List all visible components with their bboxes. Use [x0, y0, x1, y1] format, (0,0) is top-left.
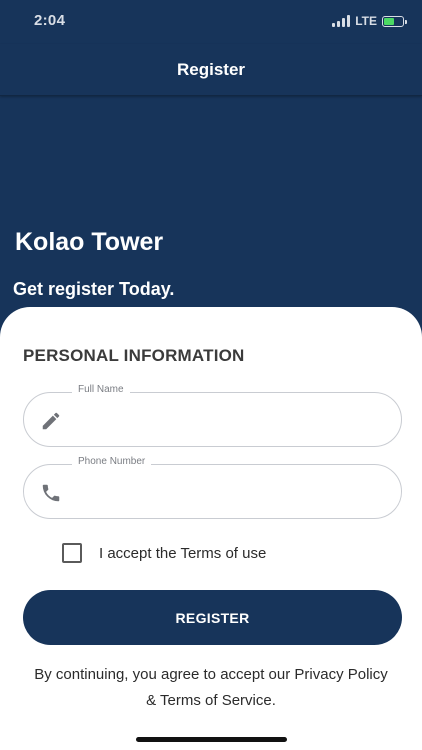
registration-card: PERSONAL INFORMATION Full Name Phone Num… [0, 307, 422, 750]
full-name-input[interactable] [78, 403, 381, 436]
status-time: 2:04 [34, 12, 66, 29]
terms-checkbox-label[interactable]: I accept the Terms of use [99, 545, 266, 562]
terms-notice-line-1: By continuing, you agree to accept our P… [34, 666, 388, 683]
phone-icon [40, 482, 62, 504]
home-indicator [136, 737, 287, 742]
battery-fill [384, 17, 394, 25]
register-button[interactable]: REGISTER [23, 590, 402, 645]
network-label: LTE [355, 14, 377, 28]
battery-icon [382, 15, 407, 27]
section-title: PERSONAL INFORMATION [23, 346, 245, 365]
pencil-icon [40, 410, 62, 432]
full-name-label: Full Name [72, 384, 130, 395]
phone-number-label: Phone Number [72, 456, 152, 467]
terms-notice: By continuing, you agree to accept our P… [0, 662, 422, 714]
signal-icon [332, 15, 351, 27]
nav-bar: Register [0, 44, 422, 96]
terms-checkbox[interactable] [62, 543, 82, 563]
hero-subtitle: Get register Today. [13, 279, 175, 299]
hero-title: Kolao Tower [15, 228, 164, 256]
full-name-field[interactable]: Full Name [23, 384, 402, 447]
terms-checkbox-row[interactable]: I accept the Terms of use [62, 543, 266, 563]
phone-number-input[interactable] [78, 475, 381, 508]
phone-number-field[interactable]: Phone Number [23, 456, 402, 519]
status-bar: 2:04 LTE [0, 0, 422, 44]
page-title: Register [176, 59, 246, 79]
terms-notice-line-2: & Terms of Service. [146, 692, 276, 709]
status-indicators: LTE [332, 14, 407, 28]
